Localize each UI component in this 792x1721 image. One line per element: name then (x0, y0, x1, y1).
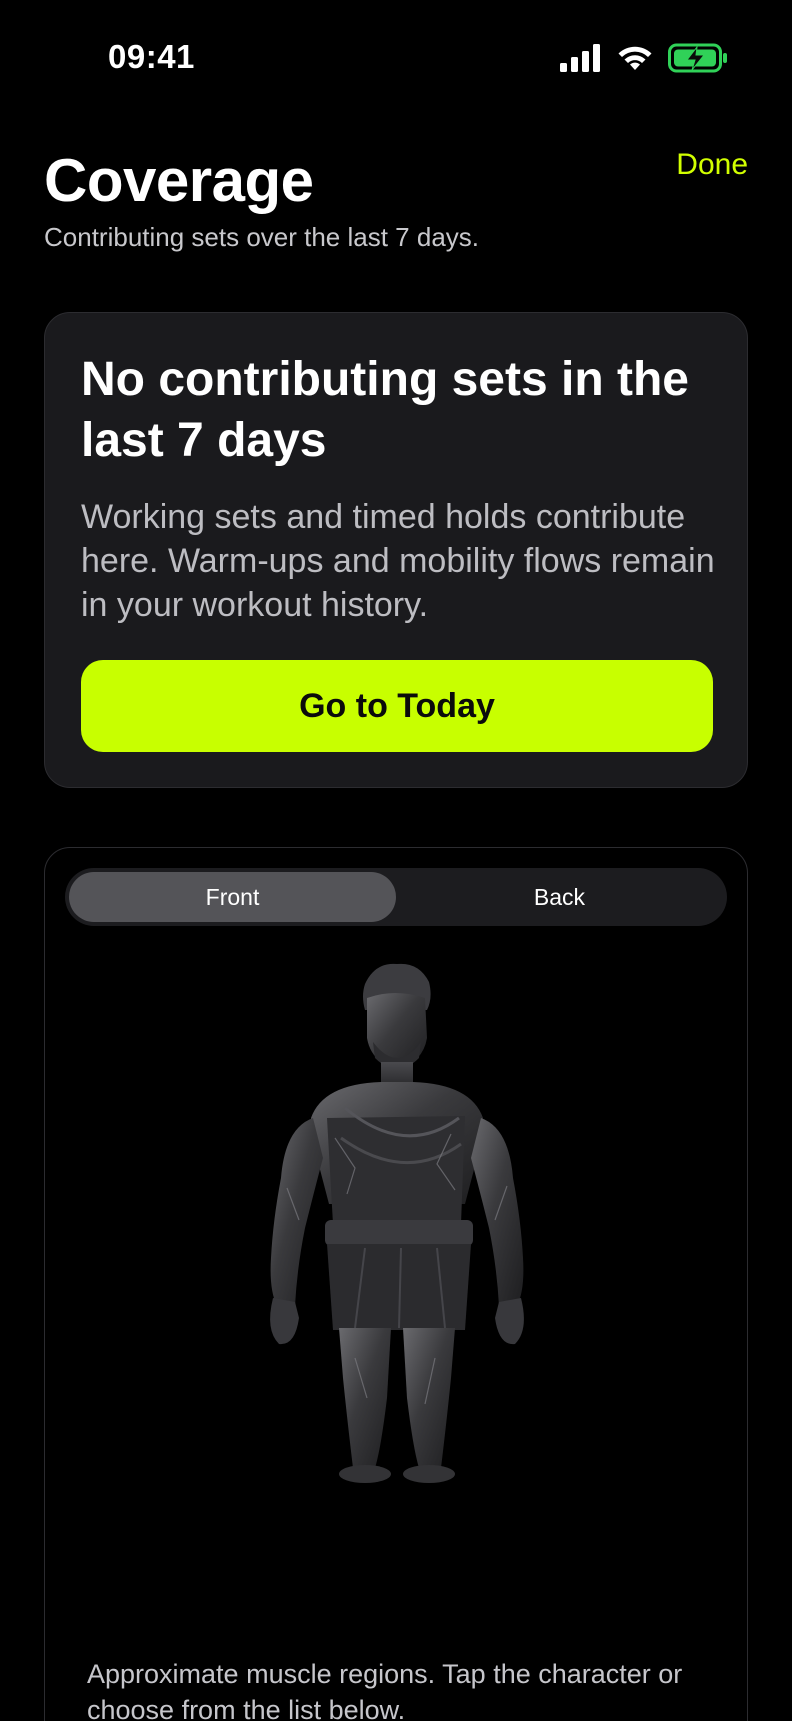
marble-hero-figure[interactable] (215, 958, 575, 1488)
body-map-caption: Approximate muscle regions. Tap the char… (87, 1659, 683, 1721)
wifi-icon (618, 46, 652, 70)
body-map-card: Front Back Approximate muscle regions. T… (44, 847, 748, 1721)
body-figure-illustration (270, 963, 524, 1483)
status-bar: 09:41 (0, 0, 792, 110)
front-back-segmented-control: Front Back (65, 868, 727, 926)
page-subtitle: Contributing sets over the last 7 days. (44, 222, 480, 252)
empty-state-body: Working sets and timed holds contribute … (81, 498, 715, 624)
go-to-today-button[interactable]: Go to Today (81, 660, 713, 752)
battery-charging-icon (668, 43, 727, 73)
empty-state-card: No contributing sets in the last 7 days … (44, 312, 748, 788)
status-time: 09:41 (108, 38, 195, 75)
signal-icon (560, 44, 600, 72)
status-icons (560, 42, 728, 74)
page-title: Coverage (44, 147, 314, 214)
tab-front[interactable]: Front (69, 872, 396, 922)
empty-state-title: No contributing sets in the last 7 days (81, 353, 689, 467)
tab-back[interactable]: Back (396, 872, 723, 922)
done-button[interactable]: Done (676, 148, 748, 182)
coverage-screen: 09:41 Coverage Done Contributing sets ov… (0, 0, 792, 1721)
